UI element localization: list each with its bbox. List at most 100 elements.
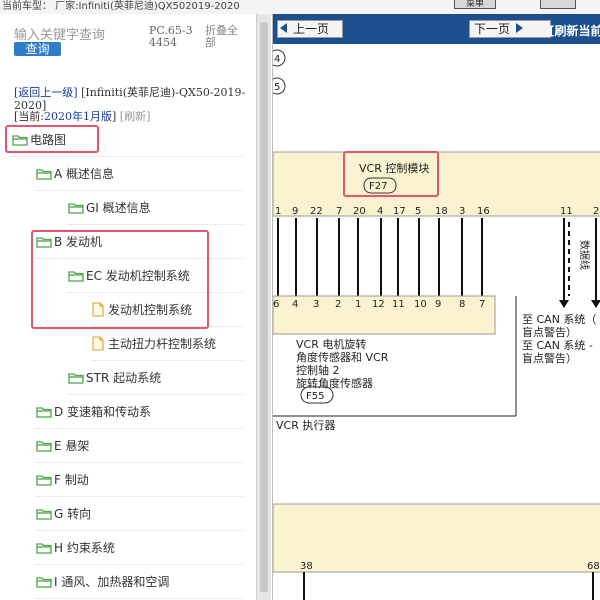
tree-item[interactable]: 发动机控制系统 [92,294,244,327]
folder-icon [68,269,86,283]
tree-item[interactable]: I 通风、加热器和空调 [36,566,244,599]
lower-pin-label: 68 [587,561,600,572]
current-version-line: [当前:2020年1月版] [刷新] [14,110,246,123]
tree-item-label: 发动机控制系统 [108,303,193,317]
pin-label: 4 [377,206,383,217]
tree-item[interactable]: F 制动 [36,464,244,497]
scrollbar-thumb[interactable] [260,22,268,592]
current-close: ] [112,110,117,123]
page-marker-label: 4 [274,54,280,65]
can-label: 至 CAN 系统（ [522,313,596,326]
tree-item-label: A 概述信息 [54,167,115,181]
tree-item-label: D 变速箱和传动系 [54,405,152,419]
prev-page-button[interactable]: 上一页 [277,20,343,38]
tree-item-row: A 概述信息 [36,166,114,182]
pin-label: 7 [336,206,342,217]
page-marker-label: 5 [274,82,280,93]
prev-page-label: 上一页 [293,22,330,36]
folder-icon [36,473,54,487]
tree-item-row: B 发动机 [36,234,102,250]
pin-label: 18 [435,206,448,217]
folder-icon [36,575,54,589]
sensor-text-line: VCR 电机旋转 [296,337,366,351]
arrow-right-icon [516,23,524,33]
tree-item[interactable]: B 发动机 [36,226,244,259]
tree-item-row: STR 起动系统 [68,370,161,386]
module-connector-label: F27 [369,181,387,192]
back-link[interactable]: [返回上一级] [14,86,78,99]
pin-label: 22 [310,206,323,217]
left-navigation-panel: 查询 PC.65-34454 折叠全部 [返回上一级] [Infiniti(英菲… [0,14,256,600]
module-title: VCR 控制模块 [359,161,429,175]
pin-label: 3 [459,206,465,217]
current-label: [当前: [14,110,44,123]
actuator-pin-label: 1 [355,299,361,310]
tree-item-label: STR 起动系统 [86,371,162,385]
toolbar-small-button[interactable] [540,0,576,9]
tree-item[interactable]: E 悬架 [36,430,244,463]
actuator-pin-label: 10 [414,299,427,310]
tree-item[interactable]: H 约束系统 [36,532,244,565]
tree-item-row: G 转向 [36,506,91,522]
next-page-label: 下一页 [474,22,511,36]
pin-label: 5 [415,206,421,217]
refresh-link[interactable]: [刷新] [120,110,151,123]
current-version-link[interactable]: 2020年1月版 [44,110,112,123]
sensor-text-line: 旋转角度传感器 [296,376,373,390]
folder-icon [68,201,86,215]
pc-code-text: PC.65-34454 [149,24,193,49]
actuator-pin-label: 6 [273,299,279,310]
folder-icon [36,541,54,555]
arrow-down-icon [591,300,600,308]
tree-item-label: I 通风、加热器和空调 [54,575,170,589]
pin-label: 17 [393,206,406,217]
pin-label: 20 [353,206,366,217]
viewer-toolbar: 上一页 下一页 [刷新当前 [273,14,600,44]
actuator-pin-label: 9 [435,299,441,310]
actuator-label: VCR 执行器 [276,418,335,432]
tree-item-label: F 制动 [54,473,89,487]
tree-item[interactable]: 电路图 [12,124,244,157]
tree-item[interactable]: GI 概述信息 [68,192,244,225]
can-label: 盲点警告） [522,325,577,339]
tree-item[interactable]: STR 起动系统 [68,362,244,395]
folder-icon [68,371,86,385]
actuator-pin-label: 7 [479,299,485,310]
arrow-down-icon [559,300,569,308]
folder-icon [36,439,54,453]
menu-button[interactable]: 菜单 [454,0,496,9]
wiring-diagram: 4 5 VCR 控制模块 F27 1 9 22 7 20 4 17 5 18 3… [273,44,600,600]
left-panel-scrollbar[interactable] [256,14,271,600]
tree-item[interactable]: 主动扭力杆控制系统 [92,328,244,361]
tree-item-row: 主动扭力杆控制系统 [92,336,216,352]
tree-item[interactable]: D 变速箱和传动系 [36,396,244,429]
search-button[interactable]: 查询 [14,42,61,56]
pin-label: 11 [560,206,573,217]
tree-item-label: EC 发动机控制系统 [86,269,190,283]
can-label: 盲点警告） [522,351,577,365]
tree-item-label: B 发动机 [54,235,103,249]
folder-icon [12,133,30,147]
actuator-pin-label: 4 [292,299,298,310]
lower-pin-label: 38 [300,561,313,572]
actuator-pin-label: 11 [392,299,405,310]
tree-item[interactable]: A 概述信息 [36,158,244,191]
collapse-all-button[interactable]: 折叠全部 [205,25,245,49]
sensor-text-line: 角度传感器和 VCR [296,350,389,364]
document-icon [92,302,108,317]
tree-item-row: 电路图 [12,132,66,148]
refresh-current-button[interactable]: [刷新当前 [549,22,600,39]
tree-item-label: 电路图 [30,133,67,147]
actuator-pin-label: 2 [335,299,341,310]
tree-item[interactable]: G 转向 [36,498,244,531]
tree-item-row: I 通风、加热器和空调 [36,574,169,590]
folder-icon [36,507,54,521]
tree-item-label: H 约束系统 [54,541,115,555]
next-page-button[interactable]: 下一页 [469,20,551,38]
sensor-connector-label: F55 [306,391,324,402]
tree-item-row: EC 发动机控制系统 [68,268,190,284]
actuator-pin-label: 3 [313,299,319,310]
arrow-left-icon [280,23,287,33]
tree-item[interactable]: EC 发动机控制系统 [68,260,244,293]
tree-item-row: H 约束系统 [36,540,115,556]
